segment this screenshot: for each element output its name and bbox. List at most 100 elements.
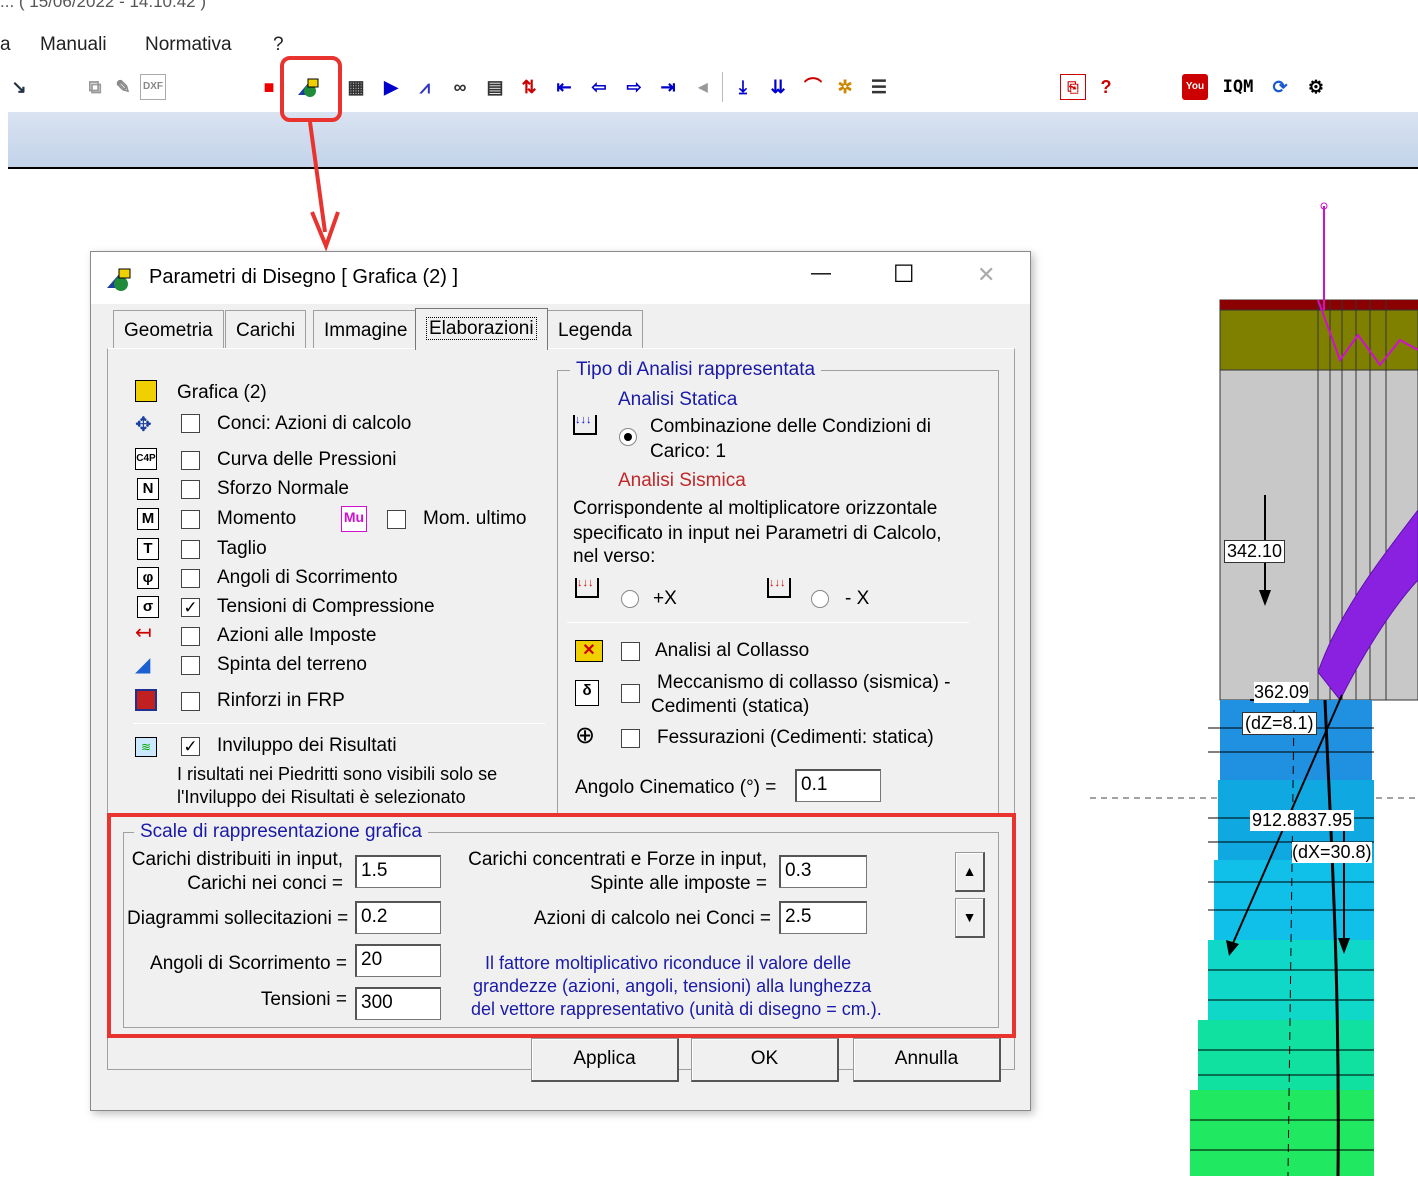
combination-radio[interactable] [619, 428, 637, 446]
envelope-label: Inviluppo dei Risultati [217, 735, 397, 756]
ultimate-moment-label: Mom. ultimo [423, 508, 527, 529]
toolbar-separator [722, 72, 723, 102]
graph-icon[interactable]: ⩘ [412, 74, 438, 100]
normal-force-label: Sforzo Normale [217, 478, 349, 499]
seismic-desc-2: specificato in input nei Parametri di Ca… [573, 523, 942, 544]
report-icon[interactable]: ☰ [866, 74, 892, 100]
envelope-checkbox[interactable]: ✓ [181, 737, 200, 756]
menu-item-normativa[interactable]: Normativa [145, 34, 232, 56]
displacement-label-dx: (dX=30.8) [1292, 842, 1372, 863]
collapse-label: Analisi al Collasso [655, 640, 810, 661]
seismic-analysis-title: Analisi Sismica [618, 470, 746, 491]
structure-drawing: 342.10 362.09 (dZ=8.1) 912.8837.95 (dX=3… [1090, 170, 1418, 1177]
envelope-note-2: l'Inviluppo dei Risultati è selezionato [177, 787, 466, 807]
pressure-curve-icon: C4P [135, 448, 157, 470]
analysis-type-title: Tipo di Analisi rappresentata [570, 359, 822, 381]
load-down-icon[interactable]: ⤓ [730, 74, 756, 100]
close-button[interactable]: ✕ [977, 262, 995, 288]
table-icon[interactable]: ▤ [482, 74, 508, 100]
first-icon[interactable]: ⇤ [551, 74, 577, 100]
arrow-icon[interactable]: ▶ [378, 74, 404, 100]
pressure-curve-label: Curva delle Pressioni [217, 449, 397, 470]
secondary-toolbar [8, 112, 1418, 169]
previous-icon[interactable]: ⇦ [586, 74, 612, 100]
conci-label: Conci: Azioni di calcolo [217, 413, 412, 434]
mechanism-label-2: Cedimenti (statica) [651, 696, 810, 717]
slip-angle-label: Angoli di Scorrimento [217, 567, 398, 588]
tab-geometria[interactable]: Geometria [113, 310, 224, 348]
combination-label-1: Combinazione delle Condizioni di [650, 416, 931, 437]
calculator-icon[interactable]: ▦ [343, 74, 369, 100]
cracking-checkbox[interactable] [621, 729, 640, 748]
plus-x-radio[interactable] [621, 590, 639, 608]
refresh-icon[interactable]: ⟳ [1267, 74, 1293, 100]
toolbar: ↘ ⧉ ✎ DXF ■ ▦ ▶ ⩘ ∞ ▤ ⇅ ⇤ ⇦ ⇨ ⇥ ◀ ⤓ ⇊ ⌒ … [0, 62, 1418, 112]
minimize-button[interactable]: — [811, 262, 831, 285]
help-icon[interactable]: ? [1093, 74, 1119, 100]
support-actions-checkbox[interactable] [181, 627, 200, 646]
menu-item-help[interactable]: ? [273, 34, 284, 56]
load-label-3: 912.8837.95 [1250, 810, 1355, 831]
highlight-toolbar-button [280, 56, 342, 122]
arch-icon[interactable]: ⌒ [800, 74, 826, 100]
dialog-title: Parametri di Disegno [ Grafica (2) ] [149, 266, 458, 288]
shear-checkbox[interactable] [181, 540, 200, 559]
pressure-curve-checkbox[interactable] [181, 451, 200, 470]
copy-icon[interactable]: ⧉ [82, 74, 108, 100]
delete-icon[interactable]: ■ [256, 74, 282, 100]
pdf-icon[interactable]: ⎘ [1060, 74, 1086, 100]
mechanism-icon: δ [575, 680, 599, 706]
mechanism-checkbox[interactable] [621, 684, 640, 703]
left-separator [133, 723, 545, 724]
menu-item-file[interactable]: a [0, 34, 11, 56]
dxf-icon[interactable]: DXF [140, 74, 166, 100]
edit-icon[interactable]: ✎ [110, 74, 136, 100]
soil-thrust-icon: ◢ [135, 654, 151, 676]
settings-icon[interactable]: ✲ [832, 74, 858, 100]
youtube-icon[interactable]: You [1182, 74, 1208, 100]
normal-force-checkbox[interactable] [181, 480, 200, 499]
stress-checkbox[interactable]: ✓ [181, 598, 200, 617]
menu-item-manuali[interactable]: Manuali [40, 34, 107, 56]
next-icon[interactable]: ⇨ [621, 74, 647, 100]
conci-icon: ✥ [135, 414, 152, 436]
slip-angle-checkbox[interactable] [181, 569, 200, 588]
ultimate-moment-checkbox[interactable] [387, 510, 406, 529]
kinematic-angle-label: Angolo Cinematico (°) = [575, 777, 777, 798]
stress-icon: σ [137, 596, 159, 618]
moment-checkbox[interactable] [181, 510, 200, 529]
combination-label-2: Carico: 1 [650, 441, 727, 462]
envelope-icon: ≋ [135, 737, 157, 757]
gear-icon[interactable]: ⚙ [1303, 74, 1329, 100]
scroll-left-icon[interactable]: ◀ [690, 74, 716, 100]
static-load-icon: ↓↓↓ [573, 415, 597, 435]
conci-checkbox[interactable] [181, 414, 200, 433]
last-icon[interactable]: ⇥ [655, 74, 681, 100]
envelope-note-1: I risultati nei Piedritti sono visibili … [177, 764, 498, 784]
distribute-icon[interactable]: ⇅ [516, 74, 542, 100]
maximize-button[interactable]: ☐ [893, 260, 915, 289]
frp-checkbox[interactable] [181, 692, 200, 711]
cancel-button[interactable]: Annulla [853, 1038, 1001, 1082]
seismic-desc-1: Corrispondente al moltiplicatore orizzon… [573, 498, 938, 519]
cracking-icon: ⊕ [575, 722, 596, 749]
cursor-icon[interactable]: ↘ [6, 74, 32, 100]
cracking-label: Fessurazioni (Cedimenti: statica) [657, 727, 934, 748]
ok-button[interactable]: OK [691, 1038, 839, 1082]
tab-carichi[interactable]: Carichi [225, 310, 307, 348]
tab-elaborazioni[interactable]: Elaborazioni [415, 308, 548, 350]
dialog-titlebar: Parametri di Disegno [ Grafica (2) ] — ☐… [91, 252, 1030, 304]
tab-legenda[interactable]: Legenda [547, 310, 643, 348]
load-label-2: 362.09 [1254, 682, 1310, 703]
dialog-app-icon [107, 268, 131, 291]
menu-bar: a Manuali Normativa ? [0, 32, 1418, 60]
iqm-icon[interactable]: IQM [1216, 74, 1260, 100]
minus-x-radio[interactable] [811, 590, 829, 608]
view-icon[interactable]: ∞ [447, 74, 473, 100]
kinematic-angle-input[interactable]: 0.1 [795, 769, 881, 802]
load-multiple-icon[interactable]: ⇊ [765, 74, 791, 100]
apply-button[interactable]: Applica [531, 1038, 679, 1082]
tab-immagine[interactable]: Immagine [313, 310, 419, 348]
soil-thrust-checkbox[interactable] [181, 656, 200, 675]
collapse-checkbox[interactable] [621, 642, 640, 661]
